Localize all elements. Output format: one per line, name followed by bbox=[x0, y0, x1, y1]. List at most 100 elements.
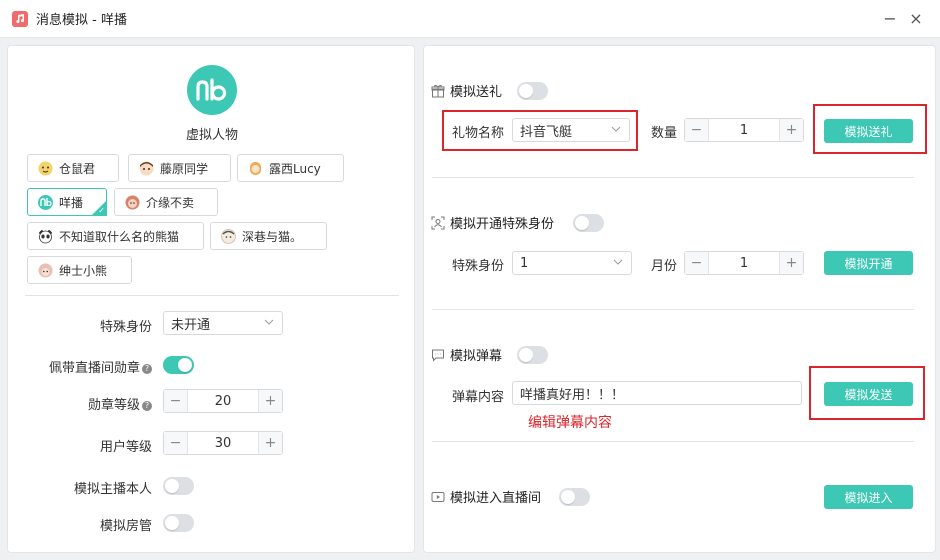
identity-type-label: 特殊身份 bbox=[452, 259, 505, 274]
special-identity-select[interactable]: 未开通 bbox=[163, 311, 283, 335]
user-chip-5[interactable]: 介缘不卖 bbox=[114, 188, 218, 216]
badge-level-value[interactable]: 20 bbox=[188, 390, 258, 412]
decrement-button[interactable]: − bbox=[164, 390, 188, 412]
user-chip-7[interactable]: 深巷与猫。 bbox=[210, 222, 327, 250]
increment-button[interactable]: + bbox=[779, 119, 803, 141]
danmaku-content-label: 弹幕内容 bbox=[452, 390, 505, 405]
window-title: 消息模拟 - 咩播 bbox=[36, 13, 127, 28]
badge-level-stepper[interactable]: − 20 + bbox=[163, 389, 283, 413]
gift-qty-label: 数量 bbox=[651, 126, 678, 141]
user-chip-label: 绅士小熊 bbox=[59, 263, 108, 278]
live-room-icon bbox=[431, 491, 445, 502]
chevron-down-icon bbox=[264, 319, 274, 325]
user-chip-label: 深巷与猫。 bbox=[242, 229, 303, 244]
toggle-knob bbox=[165, 516, 179, 530]
user-chip-6[interactable]: 不知道取什么名的熊猫 bbox=[27, 222, 204, 250]
simulate-enter-button[interactable]: 模拟进入 bbox=[824, 485, 913, 509]
minimize-button[interactable]: − bbox=[880, 9, 900, 29]
danmaku-content-input[interactable]: 咩播真好用！！！ bbox=[512, 381, 802, 405]
user-chip-label: 露西Lucy bbox=[269, 161, 321, 176]
increment-button[interactable]: + bbox=[258, 432, 282, 454]
user-level-value[interactable]: 30 bbox=[188, 432, 258, 454]
toggle-knob bbox=[561, 490, 575, 504]
avatar-label: 虚拟人物 bbox=[185, 128, 238, 143]
gift-icon bbox=[431, 84, 445, 97]
simulate-host-label: 模拟主播本人 bbox=[73, 482, 152, 497]
mb-logo-icon bbox=[196, 78, 227, 101]
user-chip-3[interactable]: 露西Lucy bbox=[237, 154, 344, 182]
user-chip-label: 不知道取什么名的熊猫 bbox=[59, 229, 180, 244]
user-face-icon bbox=[38, 161, 53, 176]
enter-section-title: 模拟进入直播间 bbox=[431, 487, 541, 506]
user-chip-2[interactable]: 藤原同学 bbox=[128, 154, 231, 182]
identity-month-value[interactable]: 1 bbox=[709, 252, 779, 274]
scan-user-icon bbox=[431, 216, 445, 229]
identity-month-label: 月份 bbox=[651, 259, 678, 274]
divider bbox=[432, 441, 914, 442]
danmaku-title-text: 模拟弹幕 bbox=[450, 349, 503, 364]
decrement-button[interactable]: − bbox=[164, 432, 188, 454]
identity-month-stepper[interactable]: − 1 + bbox=[684, 251, 804, 275]
increment-button[interactable]: + bbox=[779, 252, 803, 274]
divider bbox=[25, 295, 399, 296]
gift-qty-value[interactable]: 1 bbox=[709, 119, 779, 141]
danmaku-toggle[interactable] bbox=[517, 346, 548, 364]
user-chip-8[interactable]: 绅士小熊 bbox=[27, 256, 132, 284]
danmaku-section-title: 模拟弹幕 bbox=[431, 345, 502, 364]
gift-toggle[interactable] bbox=[517, 82, 548, 100]
gift-title-text: 模拟送礼 bbox=[450, 85, 503, 100]
simulate-identity-button[interactable]: 模拟开通 bbox=[824, 251, 913, 275]
user-face-icon bbox=[38, 263, 53, 278]
badge-level-label-text: 勋章等级 bbox=[87, 398, 140, 413]
gift-section-title: 模拟送礼 bbox=[431, 81, 502, 100]
gift-qty-stepper[interactable]: − 1 + bbox=[684, 118, 804, 142]
identity-type-select[interactable]: 1 bbox=[512, 251, 632, 275]
help-icon[interactable]: ? bbox=[142, 364, 152, 374]
decrement-button[interactable]: − bbox=[685, 119, 709, 141]
divider bbox=[432, 309, 914, 310]
user-level-stepper[interactable]: − 30 + bbox=[163, 431, 283, 455]
comment-icon bbox=[432, 349, 444, 362]
gift-name-select[interactable]: 抖音飞艇 bbox=[512, 118, 630, 142]
identity-title-text: 模拟开通特殊身份 bbox=[450, 217, 555, 232]
simulate-host-toggle[interactable] bbox=[163, 477, 194, 495]
enter-toggle[interactable] bbox=[559, 488, 590, 506]
edit-danmaku-annotation: 编辑弹幕内容 bbox=[528, 415, 612, 431]
chevron-down-icon bbox=[611, 126, 621, 132]
simulate-gift-button[interactable]: 模拟送礼 bbox=[824, 119, 913, 143]
toggle-knob bbox=[178, 358, 192, 372]
special-identity-label: 特殊身份 bbox=[99, 320, 152, 335]
user-face-icon bbox=[139, 161, 154, 176]
decrement-button[interactable]: − bbox=[685, 252, 709, 274]
user-chip-1[interactable]: 仓鼠君 bbox=[27, 154, 119, 182]
app-icon bbox=[12, 10, 28, 27]
title-bar: 消息模拟 - 咩播 − × bbox=[0, 0, 940, 38]
user-chip-label: 藤原同学 bbox=[160, 161, 209, 176]
help-icon[interactable]: ? bbox=[142, 401, 152, 411]
user-chip-label: 咩播 bbox=[59, 195, 84, 210]
close-button[interactable]: × bbox=[906, 9, 926, 29]
check-icon: ✓ bbox=[98, 206, 105, 215]
user-chip-4-selected[interactable]: 咩播 ✓ bbox=[27, 188, 107, 216]
identity-section-title: 模拟开通特殊身份 bbox=[431, 213, 554, 232]
simulate-danmaku-button[interactable]: 模拟发送 bbox=[824, 382, 913, 406]
identity-toggle[interactable] bbox=[573, 214, 604, 232]
toggle-knob bbox=[575, 216, 589, 230]
simulate-admin-toggle[interactable] bbox=[163, 514, 194, 532]
user-level-label: 用户等级 bbox=[99, 440, 152, 455]
danmaku-content-value: 咩播真好用！！！ bbox=[520, 387, 625, 403]
panda-icon bbox=[38, 229, 53, 244]
increment-button[interactable]: + bbox=[258, 390, 282, 412]
simulation-panel: 模拟送礼 礼物名称 抖音飞艇 数量 − 1 + 模拟送礼 模拟开通特殊身份 特殊… bbox=[423, 45, 936, 553]
wear-badge-label-text: 佩带直播间勋章 bbox=[48, 361, 140, 376]
toggle-knob bbox=[165, 479, 179, 493]
chevron-down-icon bbox=[613, 259, 623, 265]
enter-title-text: 模拟进入直播间 bbox=[450, 491, 542, 506]
user-face-icon bbox=[248, 161, 263, 176]
wear-badge-toggle[interactable] bbox=[163, 356, 194, 374]
toggle-knob bbox=[519, 348, 533, 362]
gift-name-value: 抖音飞艇 bbox=[520, 124, 573, 140]
mb-logo-icon bbox=[38, 194, 53, 210]
user-settings-panel: 虚拟人物 仓鼠君 藤原同学 露西Lucy 咩播 ✓ 介缘不卖 不知道取什么名的熊… bbox=[7, 45, 415, 553]
special-identity-value: 未开通 bbox=[171, 317, 211, 333]
